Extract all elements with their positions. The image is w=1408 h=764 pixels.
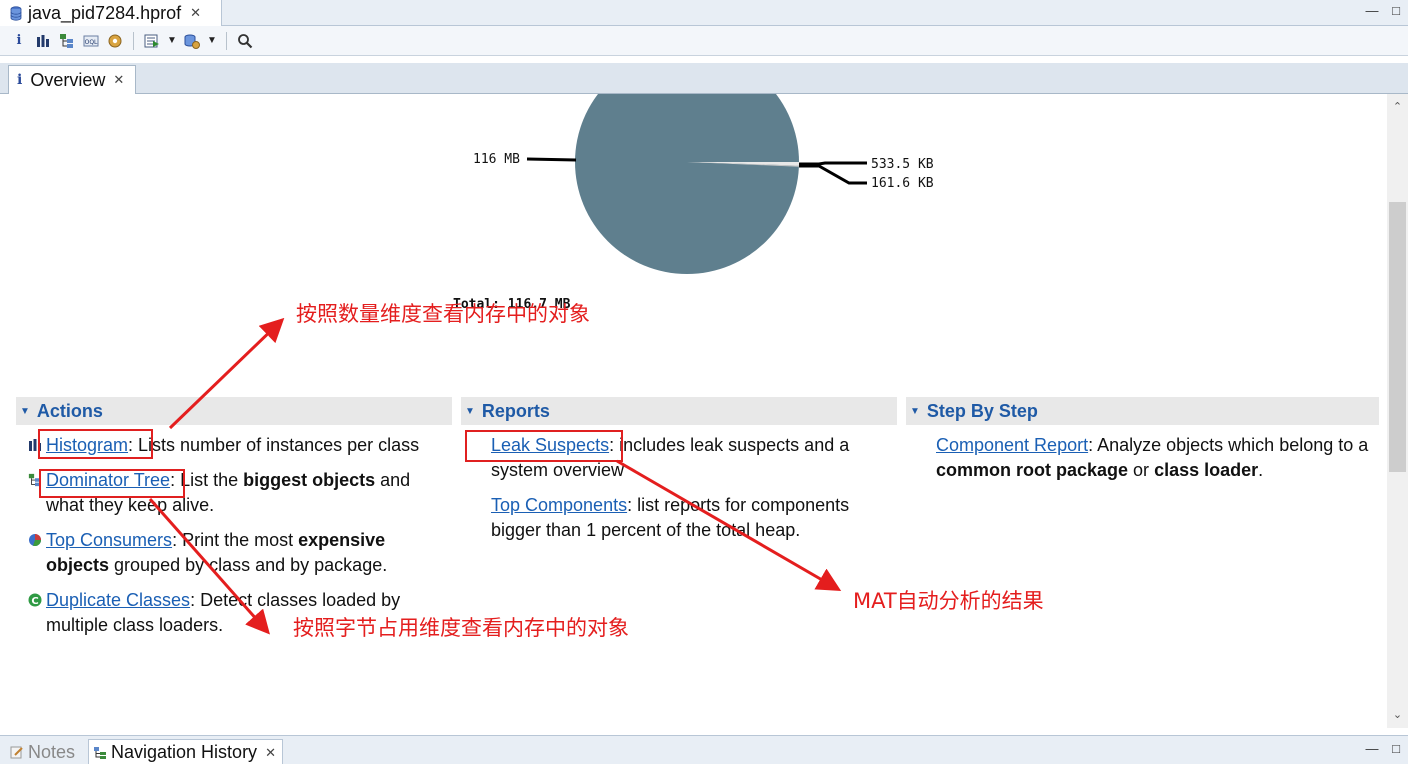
histogram-highlight-box — [38, 429, 153, 459]
vertical-scrollbar[interactable]: ⌃ ⌄ — [1387, 94, 1408, 728]
overview-tab-label: Overview — [30, 69, 106, 90]
top-consumers-desc-a: : Print the most — [172, 530, 299, 550]
component-report-link[interactable]: Component Report — [936, 435, 1088, 455]
maximize-icon[interactable]: □ — [1389, 742, 1403, 756]
step-by-step-section: ▼ Step By Step Component Report: Analyze… — [906, 397, 1379, 493]
component-report-desc-b: or — [1128, 460, 1155, 480]
pie-slice-main[interactable] — [575, 94, 799, 274]
heap-dump-overview-icon[interactable] — [106, 32, 124, 50]
hprof-file-tab[interactable]: java_pid7284.hprof ✕ — [0, 0, 222, 26]
overview-tab-bar: i Overview ✕ — [0, 63, 1408, 94]
actions-title: Actions — [36, 400, 103, 421]
collapse-icon[interactable]: ▼ — [465, 406, 475, 417]
annotation-bytes-text: 按照字节占用维度查看内存中的对象 — [293, 616, 629, 640]
tab-overview[interactable]: i Overview ✕ — [8, 65, 136, 94]
duplicate-classes-icon: C — [28, 593, 42, 607]
navigation-history-icon — [94, 746, 106, 759]
scroll-down-icon[interactable]: ⌄ — [1387, 706, 1408, 724]
run-report-icon[interactable] — [143, 32, 161, 50]
editor-tab-bar: java_pid7284.hprof ✕ — □ — [0, 0, 1408, 26]
heap-pie-chart — [526, 94, 867, 274]
close-icon[interactable]: ✕ — [265, 745, 276, 761]
leader-line-161kb — [799, 164, 867, 185]
duplicate-classes-link[interactable]: Duplicate Classes — [46, 590, 190, 610]
info-icon[interactable]: i — [10, 32, 28, 50]
top-components-link[interactable]: Top Components — [491, 495, 627, 515]
minimize-icon[interactable]: — — [1365, 4, 1379, 18]
component-report-bold-2: class loader — [1154, 460, 1259, 480]
top-consumers-desc-b: grouped by class and by package. — [109, 555, 388, 575]
collapse-icon[interactable]: ▼ — [20, 406, 30, 417]
component-report-desc-a: : Analyze objects which belong to a — [1088, 435, 1369, 455]
info-icon: i — [17, 72, 23, 88]
navigation-history-tab-label: Navigation History — [111, 742, 258, 762]
action-top-consumers: Top Consumers: Print the most expensive … — [16, 528, 452, 578]
pie-label-161kb: 161.6 KB — [871, 176, 934, 191]
maximize-icon[interactable]: □ — [1389, 4, 1403, 18]
toolbar-separator — [133, 31, 134, 50]
bottom-tab-bar: Notes Navigation History ✕ — □ — [0, 735, 1408, 764]
histogram-desc: : Lists number of instances per class — [128, 435, 420, 455]
oql-icon[interactable]: OQL — [82, 32, 100, 50]
toolbar-separator — [226, 31, 227, 50]
reports-header[interactable]: ▼ Reports — [461, 397, 897, 425]
svg-text:OQL: OQL — [85, 39, 98, 46]
report-top-components: Top Components: list reports for compone… — [461, 493, 897, 543]
tab-notes[interactable]: Notes — [10, 739, 75, 764]
histogram-icon[interactable] — [34, 32, 52, 50]
run-report-dropdown-icon[interactable]: ▼ — [167, 35, 177, 46]
dominator-tree-desc-bold: biggest objects — [243, 470, 376, 490]
toolbar: i OQL ▼ ▼ — [0, 26, 1408, 56]
database-icon — [10, 5, 22, 21]
svg-text:C: C — [31, 596, 38, 607]
top-consumers-icon — [29, 534, 42, 547]
actions-header[interactable]: ▼ Actions — [16, 397, 452, 425]
annotation-count-text: 按照数量维度查看内存中的对象 — [296, 302, 590, 326]
step-by-step-header[interactable]: ▼ Step By Step — [906, 397, 1379, 425]
minimize-icon[interactable]: — — [1365, 742, 1379, 756]
step-component-report: Component Report: Analyze objects which … — [906, 433, 1379, 483]
close-icon[interactable]: ✕ — [113, 72, 124, 88]
tab-navigation-history[interactable]: Navigation History ✕ — [88, 739, 283, 764]
step-by-step-title: Step By Step — [926, 400, 1038, 421]
dominator-tree-icon[interactable] — [58, 32, 76, 50]
reports-section: ▼ Reports Leak Suspects: includes leak s… — [461, 397, 897, 553]
close-icon[interactable]: ✕ — [190, 5, 201, 21]
pie-label-116mb: 116 MB — [473, 152, 520, 167]
overview-content: 116 MB 533.5 KB 161.6 KB Total: 116.7 MB… — [7, 94, 1387, 728]
scroll-thumb[interactable] — [1389, 202, 1406, 472]
component-report-bold-1: common root package — [936, 460, 1129, 480]
query-browser-dropdown-icon[interactable]: ▼ — [207, 35, 217, 46]
collapse-icon[interactable]: ▼ — [910, 406, 920, 417]
scroll-up-icon[interactable]: ⌃ — [1387, 98, 1408, 116]
leader-line-533kb — [799, 161, 867, 166]
reports-title: Reports — [481, 400, 550, 421]
component-report-desc-c: . — [1258, 460, 1264, 480]
leader-line-116mb — [526, 157, 577, 162]
file-tab-label: java_pid7284.hprof — [28, 2, 182, 23]
notes-tab-label: Notes — [28, 741, 76, 762]
annotation-mat-text: MAT自动分析的结果 — [853, 589, 1044, 613]
dominator-tree-highlight-box — [39, 469, 185, 498]
top-consumers-link[interactable]: Top Consumers — [46, 530, 172, 550]
notes-icon — [10, 746, 23, 759]
leak-suspects-highlight-box — [465, 430, 623, 462]
query-browser-icon[interactable] — [183, 32, 201, 50]
pie-label-533kb: 533.5 KB — [871, 157, 934, 172]
search-icon[interactable] — [236, 32, 254, 50]
